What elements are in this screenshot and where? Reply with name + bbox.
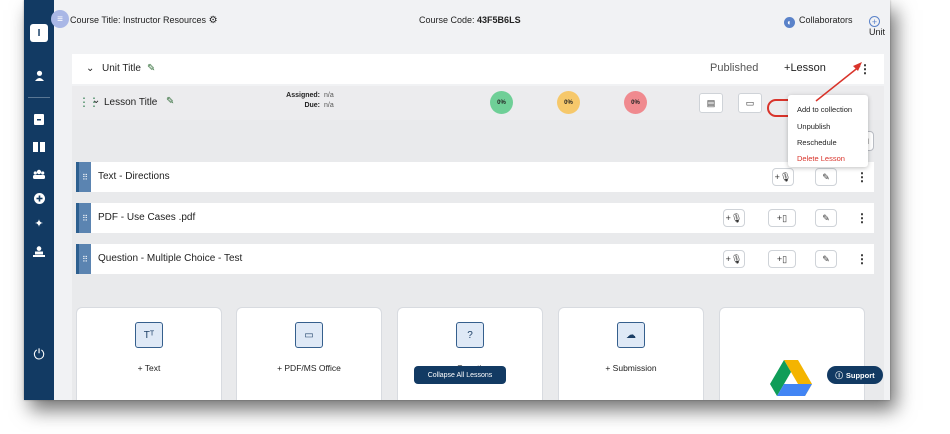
app-window: I ✦ ⏻ ≡ Course Title: Instructor Resourc… (24, 0, 890, 400)
annotation-arrow (815, 62, 862, 102)
